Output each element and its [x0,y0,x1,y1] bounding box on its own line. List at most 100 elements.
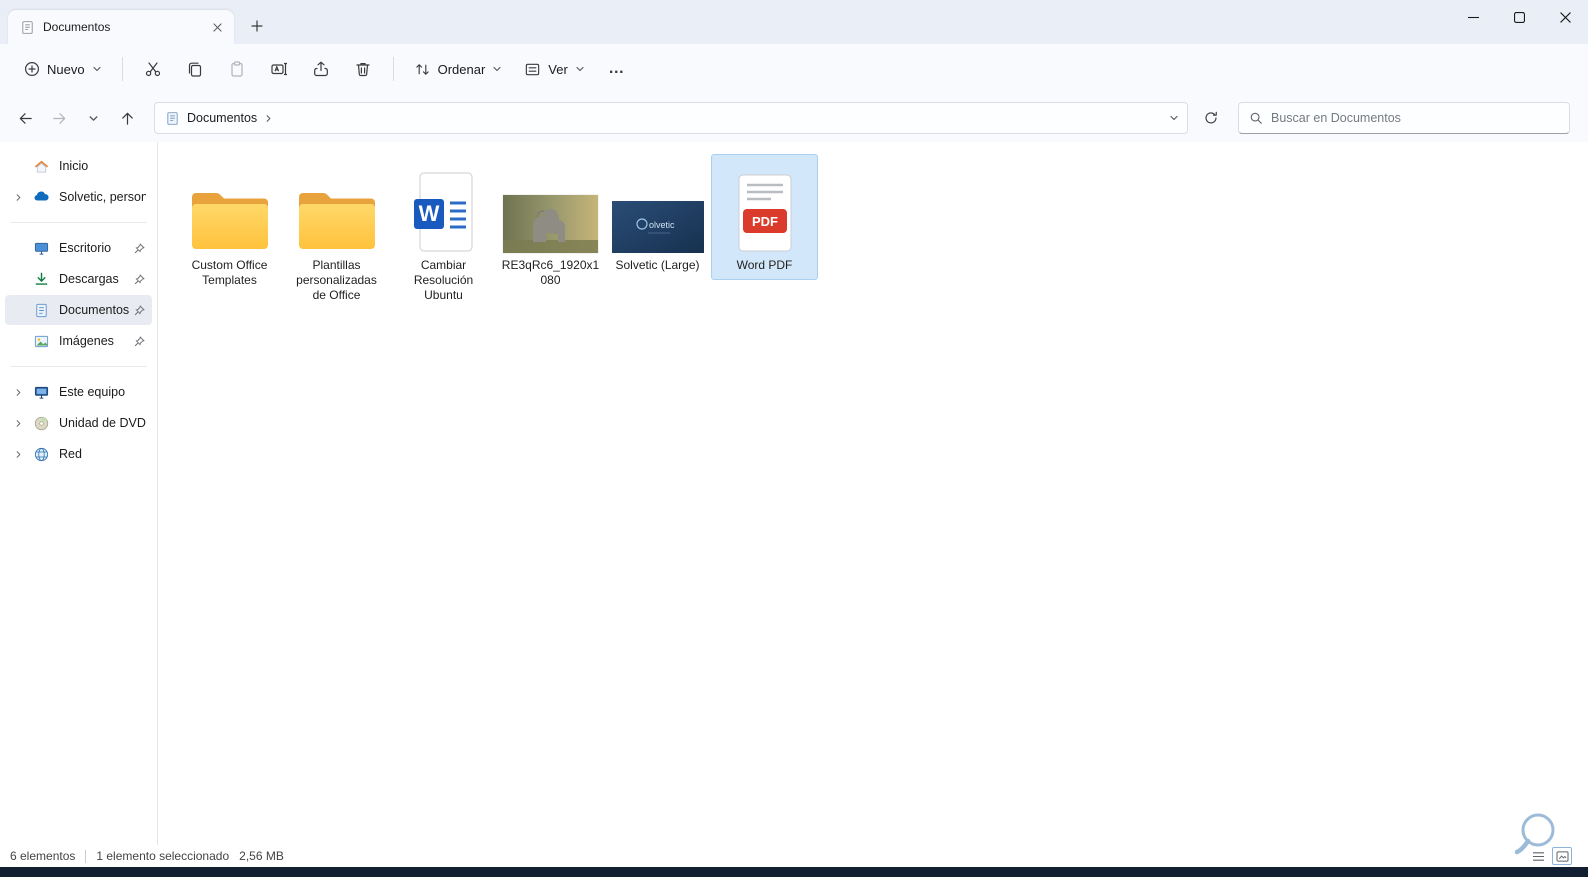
file-tile-image[interactable]: olvetic Solvetic (Large) [604,154,711,280]
view-toggles [1528,847,1578,865]
chevron-right-icon[interactable] [264,114,273,123]
details-view-button[interactable] [1528,847,1548,865]
breadcrumb[interactable]: Documentos [187,111,257,125]
chevron-down-icon [92,64,102,74]
sidebar-item-label: Imágenes [59,334,114,348]
file-tile-folder[interactable]: Custom Office Templates [176,154,283,295]
sidebar-item-documentos[interactable]: Documentos [5,295,152,325]
chevron-right-icon[interactable] [5,450,31,459]
explorer-tab[interactable]: Documentos [8,10,234,44]
trash-icon [354,60,372,78]
sidebar-item-label: Unidad de DVD (D:) [59,416,146,430]
sidebar-item-onedrive[interactable]: Solvetic, personal [5,182,152,212]
more-options-button[interactable]: … [597,51,637,87]
forward-button[interactable] [42,102,76,134]
navigation-pane: Inicio Solvetic, personal Escritorio [0,142,158,845]
refresh-button[interactable] [1194,102,1228,134]
file-tile-word-document[interactable]: W Cambiar Resolución Ubuntu [390,154,497,310]
view-button-label: Ver [548,61,568,77]
downloads-icon [31,271,51,288]
toolbar-divider [392,57,394,81]
chevron-down-icon [88,113,99,124]
file-name: Solvetic (Large) [615,258,700,272]
copy-button[interactable] [175,51,215,87]
image-thumbnail-elephant [502,157,599,253]
folder-icon [288,157,385,253]
pdf-document-icon: PDF [716,157,813,253]
sidebar-item-label: Red [59,447,82,461]
recent-locations-button[interactable] [76,102,110,134]
file-name: Cambiar Resolución Ubuntu [413,258,474,302]
search-box[interactable] [1238,102,1570,134]
chevron-right-icon[interactable] [5,193,31,202]
delete-button[interactable] [343,51,383,87]
pin-icon [132,273,146,285]
cut-button[interactable] [133,51,173,87]
tab-document-icon [20,20,35,35]
search-icon [1249,111,1263,125]
new-button-label: Nuevo [47,61,85,77]
word-badge: W [418,201,439,226]
new-button[interactable]: Nuevo [14,51,112,87]
file-name: Plantillas personalizadas de Office [296,258,377,302]
window-bottom-edge [0,867,1588,877]
arrow-left-icon [17,110,34,127]
file-tile-image[interactable]: RE3qRc6_1920x1080 [497,154,604,295]
sidebar-item-label: Descargas [59,272,119,286]
close-window-button[interactable] [1542,0,1588,34]
maximize-icon [1513,11,1525,23]
chevron-right-icon[interactable] [5,388,31,397]
back-button[interactable] [8,102,42,134]
titlebar: Documentos [0,0,1588,44]
large-icons-view-icon [1555,850,1569,862]
chevron-down-icon [492,64,502,74]
minimize-button[interactable] [1450,0,1496,34]
address-dropdown-icon[interactable] [1169,113,1179,123]
command-toolbar: Nuevo Ordenar Ver … [0,44,1588,94]
tab-title: Documentos [43,20,111,34]
paste-button[interactable] [217,51,257,87]
pin-icon [132,304,146,316]
refresh-icon [1203,110,1219,126]
navigation-bar: Documentos [0,94,1588,142]
selection-count: 1 elemento seleccionado [96,849,230,863]
sidebar-item-red[interactable]: Red [5,439,152,469]
tab-close-button[interactable] [206,16,228,38]
sidebar-item-escritorio[interactable]: Escritorio [5,233,152,263]
maximize-button[interactable] [1496,0,1542,34]
address-bar[interactable]: Documentos [154,102,1188,134]
sidebar-item-label: Escritorio [59,241,112,255]
file-tile-folder[interactable]: Plantillas personalizadas de Office [283,154,390,310]
image-thumbnail-solvetic: olvetic [609,157,706,253]
file-tile-pdf-selected[interactable]: PDF Word PDF [711,154,818,280]
search-input[interactable] [1271,111,1559,125]
copy-icon [186,60,204,78]
file-grid: Custom Office Templates Plantillas perso… [176,154,1588,310]
close-icon [1559,11,1571,23]
pin-icon [132,335,146,347]
sort-button-label: Ordenar [437,61,486,77]
share-button[interactable] [301,51,341,87]
sidebar-item-este-equipo[interactable]: Este equipo [5,377,152,407]
statusbar-divider [85,849,87,863]
chevron-right-icon[interactable] [5,419,31,428]
more-options-icon: … [608,60,626,77]
sidebar-item-descargas[interactable]: Descargas [5,264,152,294]
sidebar-separator [10,222,147,223]
item-count: 6 elementos [10,849,76,863]
sidebar-item-inicio[interactable]: Inicio [5,151,152,181]
pictures-icon [31,333,51,350]
rename-button[interactable] [259,51,299,87]
file-list-area[interactable]: Custom Office Templates Plantillas perso… [158,142,1588,845]
large-icons-view-button[interactable] [1552,847,1572,865]
sidebar-item-dvd[interactable]: Unidad de DVD (D:) [5,408,152,438]
sort-button[interactable]: Ordenar [404,51,513,87]
location-folder-icon [165,111,180,126]
details-view-icon [1532,851,1545,862]
solvetic-logo-text: olvetic [649,220,675,230]
new-tab-button[interactable] [242,12,272,40]
view-button[interactable]: Ver [514,51,595,87]
sidebar-item-imagenes[interactable]: Imágenes [5,326,152,356]
status-bar: 6 elementos 1 elemento seleccionado 2,56… [0,845,1588,867]
up-button[interactable] [110,102,144,134]
